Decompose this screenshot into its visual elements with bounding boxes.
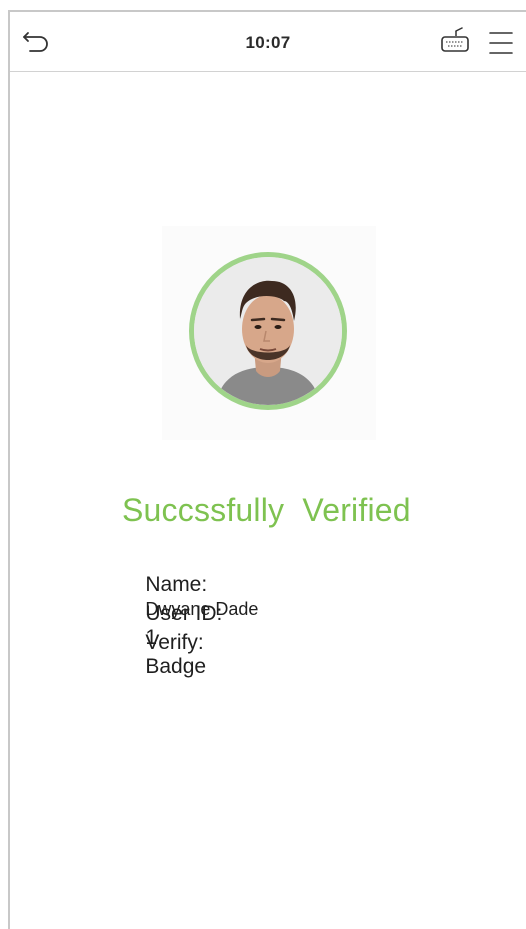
top-bar: 10:07: [10, 12, 526, 72]
verify-row: Verify: Badge: [122, 607, 206, 703]
verify-label: Verify:: [145, 631, 204, 654]
device-screen: 10:07 Succssfully Verified Name: Dwyane …: [8, 10, 526, 929]
keyboard-icon[interactable]: [439, 27, 471, 57]
verification-status: Succssfully Verified: [122, 492, 411, 528]
verify-value: Badge: [145, 655, 207, 678]
hamburger-menu-icon[interactable]: [488, 30, 514, 56]
photo-area: [162, 226, 376, 440]
user-face-photo: [189, 252, 347, 410]
